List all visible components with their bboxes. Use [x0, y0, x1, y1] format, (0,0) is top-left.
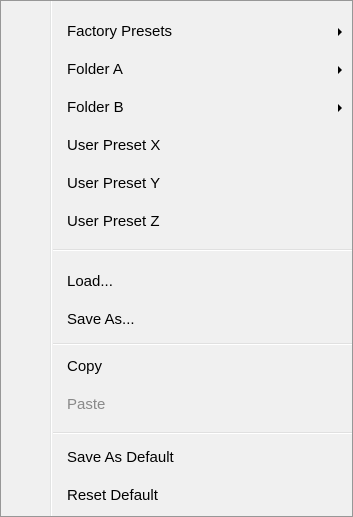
menu-item-factory-presets[interactable]: Factory Presets — [1, 13, 352, 51]
menu-item-label: Reset Default — [67, 487, 158, 504]
menu-item-label: User Preset X — [67, 137, 161, 154]
menu-item-label: Folder B — [67, 99, 124, 116]
menu-separator — [53, 432, 352, 434]
menu-item-folder-a[interactable]: Folder A — [1, 51, 352, 89]
menu-item-label: Save As... — [67, 311, 135, 328]
context-menu: Factory Presets Folder A Folder B User P… — [0, 0, 353, 517]
menu-item-label: Save As Default — [67, 449, 174, 466]
menu-item-label: Paste — [67, 396, 106, 413]
submenu-arrow-icon — [338, 28, 342, 36]
menu-item-save-as[interactable]: Save As... — [1, 301, 352, 339]
menu-item-label: Folder A — [67, 61, 123, 78]
menu-item-label: User Preset Y — [67, 175, 161, 192]
submenu-arrow-icon — [338, 66, 342, 74]
menu-item-label: Factory Presets — [67, 23, 173, 40]
menu-item-copy[interactable]: Copy — [1, 348, 352, 386]
menu-item-save-as-default[interactable]: Save As Default — [1, 439, 352, 477]
submenu-arrow-icon — [338, 104, 342, 112]
menu-item-folder-b[interactable]: Folder B — [1, 89, 352, 127]
menu-separator — [53, 343, 352, 345]
menu-item-label: Copy — [67, 358, 103, 375]
menu-item-user-preset-y[interactable]: User Preset Y — [1, 165, 352, 203]
menu-item-load[interactable]: Load... — [1, 263, 352, 301]
menu-item-user-preset-z[interactable]: User Preset Z — [1, 203, 352, 241]
menu-item-label: Load... — [67, 273, 113, 290]
menu-item-reset-default[interactable]: Reset Default — [1, 477, 352, 515]
menu-separator — [53, 249, 352, 251]
menu-item-user-preset-x[interactable]: User Preset X — [1, 127, 352, 165]
menu-item-label: User Preset Z — [67, 213, 160, 230]
menu-item-paste: Paste — [1, 386, 352, 424]
